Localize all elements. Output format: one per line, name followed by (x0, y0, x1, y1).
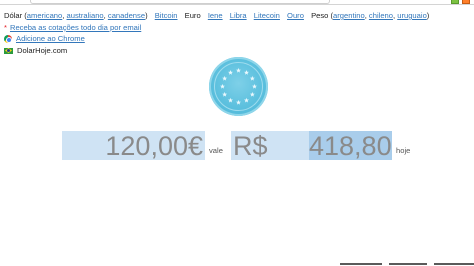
chrome-icon (4, 34, 12, 43)
asterisk: * (4, 23, 7, 32)
nav-peso-close: ) (426, 11, 430, 20)
nav-link-libra[interactable]: Libra (230, 11, 247, 20)
nav-link-argentino[interactable]: argentino (333, 11, 365, 20)
browser-toolbar (0, 0, 474, 5)
nav-link-litecoin[interactable]: Litecoin (254, 11, 280, 20)
brazil-flag-icon (4, 47, 13, 54)
to-amount-input[interactable]: 418,80 (309, 131, 392, 161)
nav-dolar-close: ) (145, 11, 148, 20)
site-row: DolarHoje.com (4, 46, 67, 55)
eu-star-1 (252, 83, 257, 89)
extension-icon-2[interactable] (462, 0, 470, 4)
subscribe-email-link[interactable]: Receba as cotações todo dia por email (10, 23, 141, 32)
nav-link-americano[interactable]: americano (27, 11, 62, 20)
euro-coin-icon (209, 57, 268, 116)
subscribe-row: * Receba as cotações todo dia por email (4, 23, 141, 32)
eu-star-9 (228, 70, 233, 75)
eu-star-12 (249, 75, 255, 81)
eu-star-10 (236, 67, 241, 73)
eu-star-8 (222, 75, 228, 81)
eu-star-3 (244, 97, 249, 103)
eu-stars-icon (220, 67, 257, 105)
nav-link-ouro[interactable]: Ouro (287, 11, 304, 20)
eu-star-11 (244, 70, 249, 75)
nav-peso-label: Peso ( (311, 11, 334, 20)
to-currency-symbol: R$ (233, 131, 268, 161)
add-to-chrome-link[interactable]: Adicione ao Chrome (16, 34, 85, 43)
bottom-tab-3[interactable] (434, 263, 474, 265)
nav-current-euro: Euro (184, 11, 201, 20)
nav-link-chileno[interactable]: chileno (369, 11, 393, 20)
bottom-tab-2[interactable] (389, 263, 427, 265)
hoje-label: hoje (396, 146, 411, 155)
bottom-tab-1[interactable] (340, 263, 382, 265)
nav-link-bitcoin[interactable]: Bitcoin (155, 11, 178, 20)
chrome-row: Adicione ao Chrome (4, 34, 85, 43)
eu-star-2 (249, 91, 255, 97)
nav-link-canadense[interactable]: canadense (108, 11, 145, 20)
site-name: DolarHoje.com (17, 46, 68, 55)
nav-dolar-label: Dólar ( (4, 11, 27, 20)
eu-star-6 (222, 91, 228, 97)
vale-label: vale (209, 146, 223, 155)
address-bar[interactable] (30, 0, 330, 4)
page: Dólar (americano, australiano, canadense… (0, 0, 474, 266)
extension-icon[interactable] (451, 0, 459, 4)
currency-nav: Dólar (americano, australiano, canadense… (4, 11, 430, 20)
nav-link-uruguaio[interactable]: uruguaio (397, 11, 427, 20)
eu-star-7 (220, 83, 225, 89)
eu-star-4 (236, 99, 241, 105)
eu-star-5 (228, 97, 233, 103)
nav-link-australiano[interactable]: australiano (67, 11, 104, 20)
nav-link-iene[interactable]: Iene (208, 11, 223, 20)
from-amount-input[interactable]: 120,00€ (62, 131, 205, 161)
